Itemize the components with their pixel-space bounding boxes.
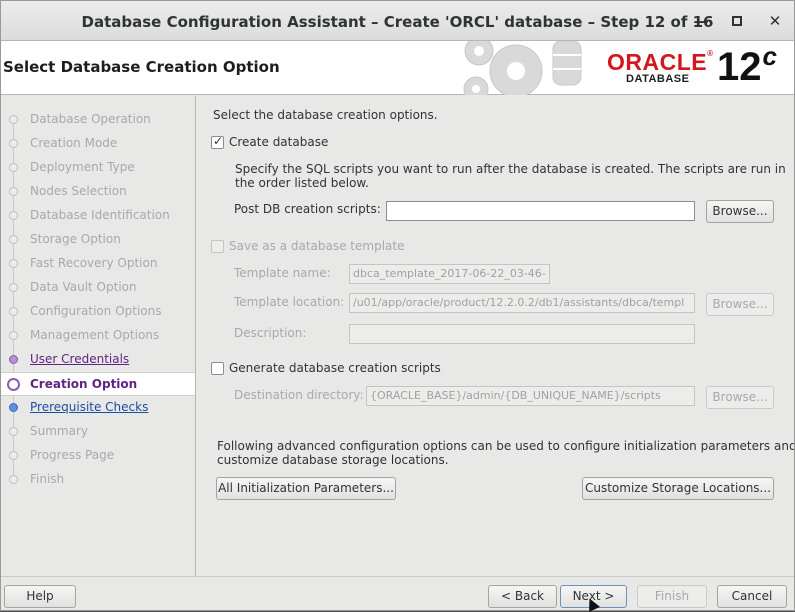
nav-item-database-identification: Database Identification (1, 204, 195, 228)
nav-item-creation-option: Creation Option (1, 372, 195, 396)
step-dot-icon (9, 115, 18, 124)
step-dot-icon (9, 163, 18, 172)
nav-item-fast-recovery-option: Fast Recovery Option (1, 252, 195, 276)
footer-bar: Help < Back Next > Finish Cancel (1, 576, 794, 610)
nav-item-label: Data Vault Option (30, 280, 137, 294)
customize-storage-button[interactable]: Customize Storage Locations... (582, 477, 774, 500)
post-scripts-label: Post DB creation scripts: (234, 202, 381, 216)
header-banner: Select Database Creation Option ORACLE® … (1, 41, 794, 95)
post-scripts-input[interactable] (386, 201, 695, 221)
create-database-checkbox[interactable] (211, 134, 224, 149)
nav-item-label: Progress Page (30, 448, 115, 462)
nav-item-label: Storage Option (30, 232, 121, 246)
step-dot-icon (9, 355, 18, 364)
oracle-database-label: DATABASE (626, 73, 690, 85)
nav-item-management-options: Management Options (1, 324, 195, 348)
nav-item-user-credentials[interactable]: User Credentials (1, 348, 195, 372)
nav-item-label: Deployment Type (30, 160, 135, 174)
nav-item-label: Configuration Options (30, 304, 162, 318)
nav-item-nodes-selection: Nodes Selection (1, 180, 195, 204)
nav-item-label: Finish (30, 472, 65, 486)
all-init-params-button[interactable]: All Initialization Parameters... (216, 477, 396, 500)
scripts-description-line2: the order listed below. (235, 176, 369, 190)
step-dot-icon (9, 307, 18, 316)
main-content: Select the database creation options. Cr… (197, 96, 795, 576)
nav-item-finish: Finish (1, 468, 195, 492)
step-dot-icon (9, 475, 18, 484)
gears-graphic (463, 41, 582, 95)
steps-navigation: Database Operation Creation Mode Deploym… (1, 96, 196, 576)
step-dot-icon (9, 235, 18, 244)
step-dot-icon (9, 331, 18, 340)
nav-item-summary: Summary (1, 420, 195, 444)
step-dot-icon (9, 451, 18, 460)
finish-button[interactable]: Finish (637, 585, 707, 608)
registered-mark: ® (707, 49, 714, 58)
nav-item-storage-option: Storage Option (1, 228, 195, 252)
save-template-label[interactable]: Save as a database template (229, 239, 404, 253)
back-button[interactable]: < Back (488, 585, 557, 608)
page-title: Select Database Creation Option (3, 58, 280, 76)
nav-item-label[interactable]: User Credentials (30, 352, 129, 366)
step-dot-icon (9, 259, 18, 268)
cancel-button[interactable]: Cancel (717, 585, 787, 608)
nav-item-configuration-options: Configuration Options (1, 300, 195, 324)
step-dot-icon (9, 427, 18, 436)
nav-item-label: Database Identification (30, 208, 170, 222)
nav-item-creation-mode: Creation Mode (1, 132, 195, 156)
nav-item-label[interactable]: Prerequisite Checks (30, 400, 148, 414)
nav-item-label: Summary (30, 424, 88, 438)
help-button[interactable]: Help (4, 585, 76, 608)
minimize-button[interactable]: — (691, 11, 711, 31)
post-scripts-browse-button[interactable]: Browse... (706, 200, 774, 223)
nav-item-label: Creation Option (30, 377, 138, 391)
maximize-icon (732, 16, 742, 26)
advanced-options-line2: customize database storage locations. (217, 453, 449, 467)
step-dot-icon (9, 187, 18, 196)
nav-item-label: Fast Recovery Option (30, 256, 158, 270)
template-name-label: Template name: (234, 266, 331, 280)
step-dot-icon (9, 283, 18, 292)
template-location-label: Template location: (234, 295, 345, 309)
oracle-logo: ORACLE® (607, 49, 714, 76)
version-label: 12c (717, 41, 777, 90)
title-bar: Database Configuration Assistant – Creat… (1, 1, 794, 41)
step-dot-icon (9, 211, 18, 220)
destination-browse-button[interactable]: Browse... (706, 386, 774, 409)
nav-item-deployment-type: Deployment Type (1, 156, 195, 180)
destination-directory-field[interactable]: {ORACLE_BASE}/admin/{DB_UNIQUE_NAME}/scr… (366, 386, 695, 406)
destination-directory-label: Destination directory: (234, 388, 364, 402)
generate-scripts-checkbox[interactable] (211, 362, 224, 375)
description-label: Description: (234, 326, 307, 340)
nav-item-label: Creation Mode (30, 136, 118, 150)
step-dot-icon (9, 403, 18, 412)
dbca-window: Database Configuration Assistant – Creat… (0, 0, 795, 611)
nav-item-prerequisite-checks[interactable]: Prerequisite Checks (1, 396, 195, 420)
step-dot-icon (9, 139, 18, 148)
version-suffix: c (762, 41, 777, 71)
advanced-options-line1: Following advanced configuration options… (217, 439, 795, 453)
nav-item-database-operation: Database Operation (1, 108, 195, 132)
save-template-checkbox[interactable] (211, 240, 224, 253)
scripts-description-line1: Specify the SQL scripts you want to run … (235, 162, 786, 176)
oracle-logo-text: ORACLE (607, 49, 708, 75)
nav-item-label: Nodes Selection (30, 184, 127, 198)
window-title: Database Configuration Assistant – Creat… (81, 13, 714, 31)
nav-item-progress-page: Progress Page (1, 444, 195, 468)
close-button[interactable]: ✕ (765, 11, 785, 31)
template-location-field[interactable]: /u01/app/oracle/product/12.2.0.2/db1/ass… (349, 293, 695, 313)
intro-text: Select the database creation options. (213, 108, 438, 122)
maximize-button[interactable] (727, 11, 747, 31)
version-number: 12 (717, 45, 762, 89)
template-location-browse-button[interactable]: Browse... (706, 293, 774, 316)
current-step-icon (7, 378, 20, 391)
nav-item-label: Management Options (30, 328, 160, 342)
generate-scripts-label[interactable]: Generate database creation scripts (229, 361, 441, 375)
description-field[interactable] (349, 324, 695, 344)
create-database-label[interactable]: Create database (229, 135, 328, 149)
nav-item-label: Database Operation (30, 112, 151, 126)
template-name-field[interactable]: dbca_template_2017-06-22_03-46- (349, 264, 550, 284)
nav-item-data-vault-option: Data Vault Option (1, 276, 195, 300)
